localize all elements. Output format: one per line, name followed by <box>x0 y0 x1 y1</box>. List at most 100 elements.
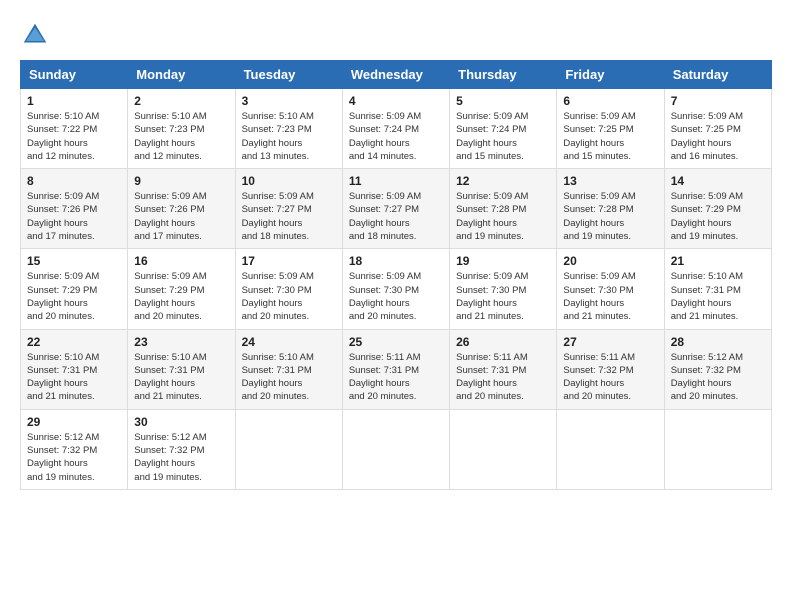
day-number: 11 <box>349 174 443 188</box>
day-number: 6 <box>563 94 657 108</box>
cell-info: Sunrise: 5:10 AMSunset: 7:23 PMDaylight … <box>242 110 336 163</box>
calendar-week-1: 1 Sunrise: 5:10 AMSunset: 7:22 PMDayligh… <box>21 89 772 169</box>
cell-info: Sunrise: 5:10 AMSunset: 7:22 PMDaylight … <box>27 110 121 163</box>
logo-icon <box>20 20 50 50</box>
cell-info: Sunrise: 5:09 AMSunset: 7:30 PMDaylight … <box>242 270 336 323</box>
calendar-cell: 9 Sunrise: 5:09 AMSunset: 7:26 PMDayligh… <box>128 169 235 249</box>
cell-info: Sunrise: 5:10 AMSunset: 7:31 PMDaylight … <box>27 351 121 404</box>
calendar-cell: 4 Sunrise: 5:09 AMSunset: 7:24 PMDayligh… <box>342 89 449 169</box>
cell-info: Sunrise: 5:09 AMSunset: 7:27 PMDaylight … <box>242 190 336 243</box>
calendar-cell: 26 Sunrise: 5:11 AMSunset: 7:31 PMDaylig… <box>450 329 557 409</box>
calendar-cell: 12 Sunrise: 5:09 AMSunset: 7:28 PMDaylig… <box>450 169 557 249</box>
day-header-tuesday: Tuesday <box>235 61 342 89</box>
cell-info: Sunrise: 5:09 AMSunset: 7:29 PMDaylight … <box>671 190 765 243</box>
day-number: 9 <box>134 174 228 188</box>
cell-info: Sunrise: 5:09 AMSunset: 7:30 PMDaylight … <box>456 270 550 323</box>
cell-info: Sunrise: 5:12 AMSunset: 7:32 PMDaylight … <box>671 351 765 404</box>
cell-info: Sunrise: 5:09 AMSunset: 7:24 PMDaylight … <box>456 110 550 163</box>
calendar-cell: 8 Sunrise: 5:09 AMSunset: 7:26 PMDayligh… <box>21 169 128 249</box>
calendar-week-5: 29 Sunrise: 5:12 AMSunset: 7:32 PMDaylig… <box>21 409 772 489</box>
cell-info: Sunrise: 5:12 AMSunset: 7:32 PMDaylight … <box>27 431 121 484</box>
day-header-sunday: Sunday <box>21 61 128 89</box>
cell-info: Sunrise: 5:09 AMSunset: 7:30 PMDaylight … <box>349 270 443 323</box>
day-number: 5 <box>456 94 550 108</box>
cell-info: Sunrise: 5:11 AMSunset: 7:32 PMDaylight … <box>563 351 657 404</box>
calendar-cell <box>235 409 342 489</box>
day-number: 22 <box>27 335 121 349</box>
calendar-cell: 17 Sunrise: 5:09 AMSunset: 7:30 PMDaylig… <box>235 249 342 329</box>
day-number: 4 <box>349 94 443 108</box>
day-number: 15 <box>27 254 121 268</box>
day-number: 23 <box>134 335 228 349</box>
calendar-cell: 24 Sunrise: 5:10 AMSunset: 7:31 PMDaylig… <box>235 329 342 409</box>
calendar-cell <box>342 409 449 489</box>
cell-info: Sunrise: 5:09 AMSunset: 7:30 PMDaylight … <box>563 270 657 323</box>
logo <box>20 20 54 50</box>
cell-info: Sunrise: 5:11 AMSunset: 7:31 PMDaylight … <box>456 351 550 404</box>
cell-info: Sunrise: 5:09 AMSunset: 7:25 PMDaylight … <box>671 110 765 163</box>
day-header-thursday: Thursday <box>450 61 557 89</box>
day-number: 20 <box>563 254 657 268</box>
calendar-header-row: SundayMondayTuesdayWednesdayThursdayFrid… <box>21 61 772 89</box>
calendar-cell: 29 Sunrise: 5:12 AMSunset: 7:32 PMDaylig… <box>21 409 128 489</box>
day-number: 17 <box>242 254 336 268</box>
cell-info: Sunrise: 5:09 AMSunset: 7:29 PMDaylight … <box>134 270 228 323</box>
calendar-cell: 27 Sunrise: 5:11 AMSunset: 7:32 PMDaylig… <box>557 329 664 409</box>
cell-info: Sunrise: 5:11 AMSunset: 7:31 PMDaylight … <box>349 351 443 404</box>
calendar-cell: 7 Sunrise: 5:09 AMSunset: 7:25 PMDayligh… <box>664 89 771 169</box>
calendar-cell: 10 Sunrise: 5:09 AMSunset: 7:27 PMDaylig… <box>235 169 342 249</box>
calendar-cell <box>664 409 771 489</box>
calendar-table: SundayMondayTuesdayWednesdayThursdayFrid… <box>20 60 772 490</box>
calendar-cell: 18 Sunrise: 5:09 AMSunset: 7:30 PMDaylig… <box>342 249 449 329</box>
day-header-friday: Friday <box>557 61 664 89</box>
day-number: 8 <box>27 174 121 188</box>
cell-info: Sunrise: 5:10 AMSunset: 7:31 PMDaylight … <box>242 351 336 404</box>
day-number: 13 <box>563 174 657 188</box>
day-number: 18 <box>349 254 443 268</box>
calendar-cell: 14 Sunrise: 5:09 AMSunset: 7:29 PMDaylig… <box>664 169 771 249</box>
day-header-wednesday: Wednesday <box>342 61 449 89</box>
calendar-cell: 2 Sunrise: 5:10 AMSunset: 7:23 PMDayligh… <box>128 89 235 169</box>
cell-info: Sunrise: 5:09 AMSunset: 7:24 PMDaylight … <box>349 110 443 163</box>
day-number: 25 <box>349 335 443 349</box>
cell-info: Sunrise: 5:09 AMSunset: 7:26 PMDaylight … <box>134 190 228 243</box>
day-number: 30 <box>134 415 228 429</box>
day-number: 26 <box>456 335 550 349</box>
calendar-cell: 5 Sunrise: 5:09 AMSunset: 7:24 PMDayligh… <box>450 89 557 169</box>
calendar-cell: 22 Sunrise: 5:10 AMSunset: 7:31 PMDaylig… <box>21 329 128 409</box>
day-number: 27 <box>563 335 657 349</box>
day-number: 24 <box>242 335 336 349</box>
cell-info: Sunrise: 5:10 AMSunset: 7:31 PMDaylight … <box>134 351 228 404</box>
calendar-cell: 16 Sunrise: 5:09 AMSunset: 7:29 PMDaylig… <box>128 249 235 329</box>
calendar-cell: 15 Sunrise: 5:09 AMSunset: 7:29 PMDaylig… <box>21 249 128 329</box>
calendar-cell: 3 Sunrise: 5:10 AMSunset: 7:23 PMDayligh… <box>235 89 342 169</box>
cell-info: Sunrise: 5:09 AMSunset: 7:25 PMDaylight … <box>563 110 657 163</box>
calendar-cell: 25 Sunrise: 5:11 AMSunset: 7:31 PMDaylig… <box>342 329 449 409</box>
day-number: 21 <box>671 254 765 268</box>
calendar-week-4: 22 Sunrise: 5:10 AMSunset: 7:31 PMDaylig… <box>21 329 772 409</box>
cell-info: Sunrise: 5:09 AMSunset: 7:28 PMDaylight … <box>456 190 550 243</box>
calendar-week-3: 15 Sunrise: 5:09 AMSunset: 7:29 PMDaylig… <box>21 249 772 329</box>
calendar-body: 1 Sunrise: 5:10 AMSunset: 7:22 PMDayligh… <box>21 89 772 490</box>
calendar-cell: 13 Sunrise: 5:09 AMSunset: 7:28 PMDaylig… <box>557 169 664 249</box>
calendar-cell: 20 Sunrise: 5:09 AMSunset: 7:30 PMDaylig… <box>557 249 664 329</box>
day-number: 1 <box>27 94 121 108</box>
calendar-cell: 23 Sunrise: 5:10 AMSunset: 7:31 PMDaylig… <box>128 329 235 409</box>
calendar-week-2: 8 Sunrise: 5:09 AMSunset: 7:26 PMDayligh… <box>21 169 772 249</box>
cell-info: Sunrise: 5:09 AMSunset: 7:26 PMDaylight … <box>27 190 121 243</box>
cell-info: Sunrise: 5:09 AMSunset: 7:29 PMDaylight … <box>27 270 121 323</box>
cell-info: Sunrise: 5:10 AMSunset: 7:31 PMDaylight … <box>671 270 765 323</box>
calendar-cell: 28 Sunrise: 5:12 AMSunset: 7:32 PMDaylig… <box>664 329 771 409</box>
day-number: 28 <box>671 335 765 349</box>
page-header <box>20 20 772 50</box>
calendar-cell: 30 Sunrise: 5:12 AMSunset: 7:32 PMDaylig… <box>128 409 235 489</box>
day-header-monday: Monday <box>128 61 235 89</box>
day-number: 10 <box>242 174 336 188</box>
day-number: 7 <box>671 94 765 108</box>
calendar-cell <box>557 409 664 489</box>
cell-info: Sunrise: 5:10 AMSunset: 7:23 PMDaylight … <box>134 110 228 163</box>
day-number: 14 <box>671 174 765 188</box>
cell-info: Sunrise: 5:09 AMSunset: 7:28 PMDaylight … <box>563 190 657 243</box>
day-number: 16 <box>134 254 228 268</box>
calendar-cell: 6 Sunrise: 5:09 AMSunset: 7:25 PMDayligh… <box>557 89 664 169</box>
